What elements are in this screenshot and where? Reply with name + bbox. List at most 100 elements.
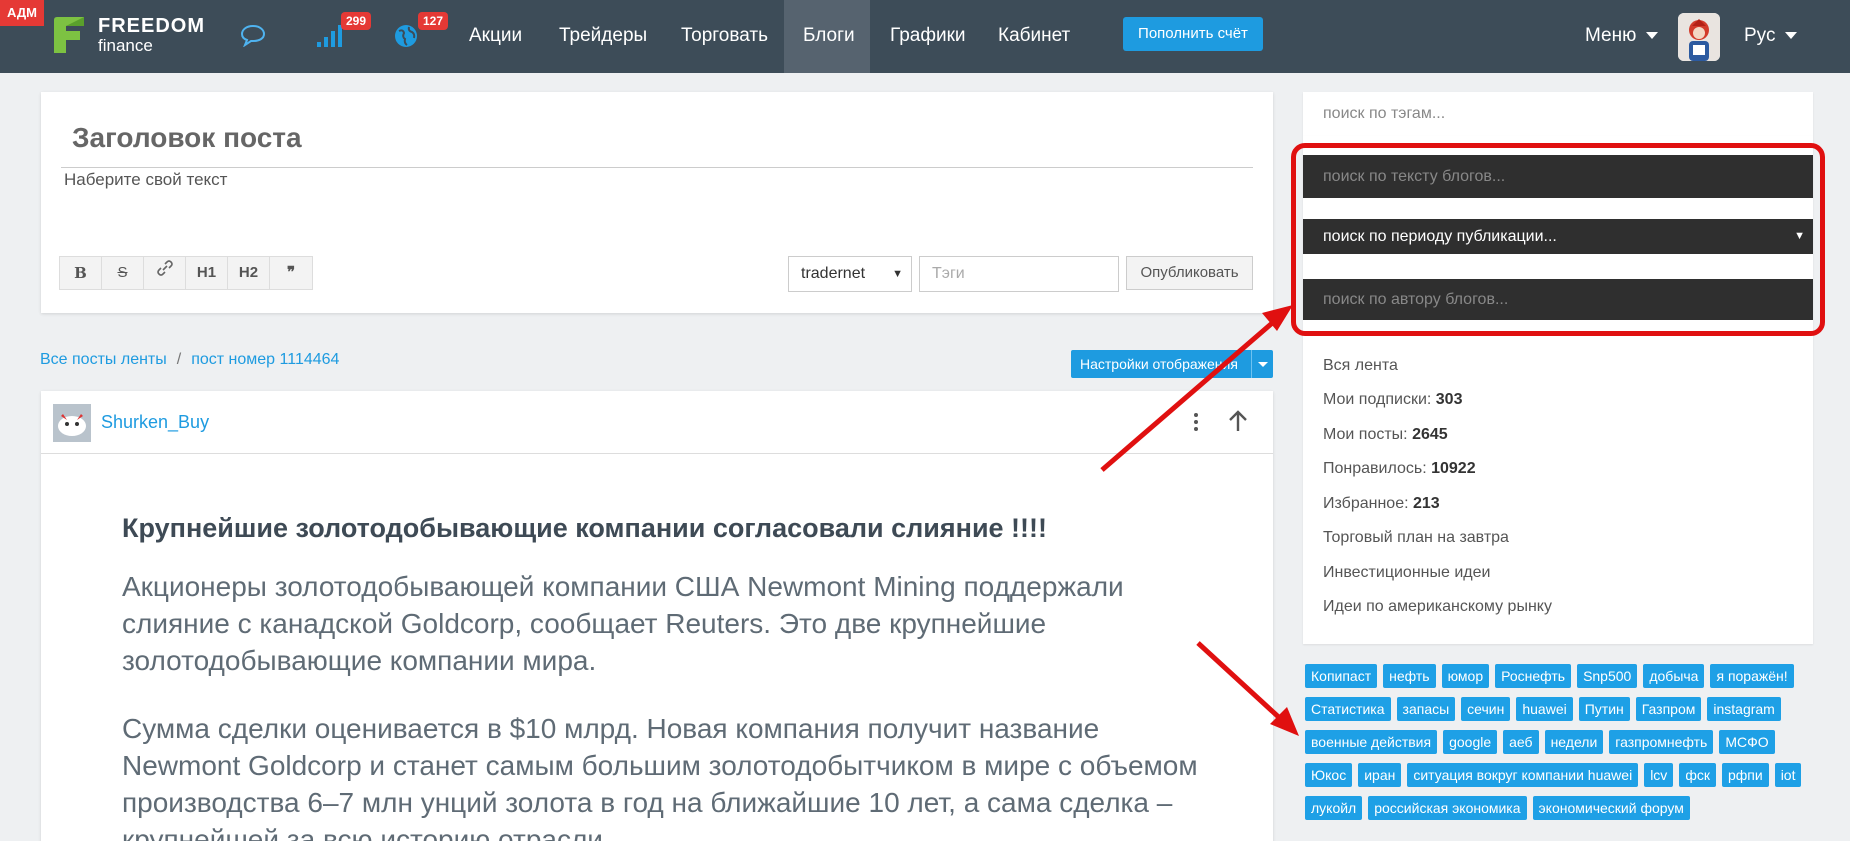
tag[interactable]: Snp500 (1577, 664, 1638, 688)
tag[interactable]: газпромнефть (1609, 730, 1714, 754)
annotation-arrowhead (1270, 707, 1299, 736)
signal-icon[interactable] (316, 22, 344, 53)
tag[interactable]: военные действия (1305, 730, 1438, 754)
sidebar-link-investment-ideas[interactable]: Инвестиционные идеи (1323, 564, 1490, 582)
channel-select[interactable]: tradernet ▼ (788, 256, 912, 292)
arrow-up-icon[interactable] (1227, 409, 1249, 438)
tag-row: Копипаст нефть юмор Роснефть Snp500 добы… (1305, 664, 1800, 688)
sidebar-link-favorites[interactable]: Избранное: 213 (1323, 495, 1440, 513)
freedom-logo-icon (52, 16, 86, 54)
tags-input[interactable]: Тэги (919, 256, 1119, 292)
tag-row: Статистика запасы сечин huawei Путин Газ… (1305, 697, 1787, 721)
tag[interactable]: недели (1544, 730, 1604, 754)
sidebar-link-liked[interactable]: Понравилось: 10922 (1323, 460, 1476, 478)
user-avatar[interactable] (1678, 13, 1720, 61)
heading2-button[interactable]: H2 (228, 257, 270, 289)
display-settings-label: Настройки отображения (1080, 356, 1238, 372)
top-navbar: АДМ FREEDOM finance 299 127 Акции Трейде… (0, 0, 1850, 73)
menu-dropdown[interactable]: Меню (1585, 0, 1659, 73)
tag[interactable]: Статистика (1305, 697, 1391, 721)
signal-count-badge: 299 (341, 12, 372, 30)
tag[interactable]: huawei (1516, 697, 1573, 721)
sidebar-link-us-market-ideas[interactable]: Идеи по американскому рынку (1323, 598, 1552, 616)
article-paragraph: Сумма сделки оценивается в $10 млрд. Нов… (122, 713, 1198, 841)
breadcrumb-all-posts[interactable]: Все посты ленты (40, 351, 167, 368)
tag[interactable]: ситуация вокруг компании huawei (1407, 763, 1639, 787)
link-icon (156, 260, 173, 276)
quote-button[interactable]: ❞ (270, 257, 312, 289)
nav-trade[interactable]: Торговать (662, 0, 787, 73)
heading1-button[interactable]: H1 (186, 257, 228, 289)
tag[interactable]: экономический форум (1532, 796, 1690, 820)
format-toolbar: B S H1 H2 ❞ (59, 256, 313, 290)
adm-badge: АДМ (0, 0, 44, 26)
logo-line2: finance (98, 36, 153, 55)
author-name[interactable]: Shurken_Buy (101, 412, 209, 433)
nav-charts[interactable]: Графики (871, 0, 985, 73)
tag[interactable]: юмор (1441, 664, 1490, 688)
tag[interactable]: нефть (1383, 664, 1436, 688)
tag[interactable]: добыча (1643, 664, 1705, 688)
topup-button[interactable]: Пополнить счёт (1123, 17, 1263, 51)
tag[interactable]: instagram (1707, 697, 1781, 721)
tag[interactable]: иран (1358, 763, 1402, 787)
tag-row: лукойл российская экономика экономически… (1305, 796, 1696, 820)
tag-search-input[interactable]: поиск по тэгам... (1303, 92, 1813, 136)
channel-select-value: tradernet (801, 265, 866, 282)
tag[interactable]: Газпром (1635, 697, 1702, 721)
logo-line1: FREEDOM (98, 15, 205, 37)
logo[interactable]: FREEDOM finance (52, 16, 205, 54)
sidebar-link-trading-plan[interactable]: Торговый план на завтра (1323, 529, 1509, 547)
tag[interactable]: Копипаст (1305, 664, 1378, 688)
select-arrow-icon: ▼ (892, 268, 903, 280)
strikethrough-button[interactable]: S (102, 257, 144, 289)
publish-button[interactable]: Опубликовать (1126, 256, 1253, 290)
nav-cabinet[interactable]: Кабинет (979, 0, 1089, 73)
tag[interactable]: сечин (1461, 697, 1511, 721)
chat-icon[interactable] (240, 23, 266, 52)
tag[interactable]: российская экономика (1368, 796, 1527, 820)
tag[interactable]: Юкос (1305, 763, 1353, 787)
nav-blogs[interactable]: Блоги (784, 0, 870, 73)
breadcrumb-current[interactable]: пост номер 1114464 (191, 351, 339, 368)
annotation-highlight-frame (1291, 143, 1825, 336)
tag[interactable]: Роснефть (1495, 664, 1572, 688)
post-editor: Заголовок поста Наберите свой текст B S … (41, 92, 1273, 313)
nav-stocks[interactable]: Акции (450, 0, 541, 73)
sidebar-link-subscriptions[interactable]: Мои подписки: 303 (1323, 391, 1462, 409)
tag-row: военные действия google аеб недели газпр… (1305, 730, 1781, 754)
post-title-input[interactable]: Заголовок поста (72, 122, 302, 154)
globe-count-badge: 127 (418, 12, 449, 30)
post-body-input[interactable]: Наберите свой текст (64, 170, 227, 190)
post-card: Shurken_Buy Крупнейшие золотодобывающие … (41, 391, 1273, 841)
breadcrumb: Все посты ленты / пост номер 1114464 (40, 351, 340, 368)
link-button[interactable] (144, 257, 186, 289)
tag[interactable]: аеб (1503, 730, 1539, 754)
author-avatar[interactable] (53, 404, 91, 442)
menu-label: Меню (1585, 25, 1637, 46)
globe-icon[interactable] (394, 24, 418, 53)
tag[interactable]: Путин (1578, 697, 1630, 721)
title-divider (61, 167, 1253, 168)
post-header: Shurken_Buy (41, 391, 1273, 454)
language-label: Рус (1744, 25, 1776, 46)
tag[interactable]: запасы (1396, 697, 1456, 721)
display-settings-button[interactable]: Настройки отображения (1071, 350, 1273, 378)
tag[interactable]: lcv (1644, 763, 1674, 787)
nav-traders[interactable]: Трейдеры (540, 0, 666, 73)
tag[interactable]: я поражён! (1710, 664, 1794, 688)
sidebar-link-all-feed[interactable]: Вся лента (1323, 357, 1398, 375)
bold-button[interactable]: B (60, 257, 102, 289)
more-options-icon[interactable] (1194, 411, 1200, 434)
chevron-down-icon (1646, 32, 1659, 40)
chevron-down-icon[interactable] (1251, 350, 1273, 378)
tag[interactable]: фск (1679, 763, 1716, 787)
article-title: Крупнейшие золотодобывающие компании сог… (122, 513, 1048, 543)
tag[interactable]: iot (1774, 763, 1802, 787)
tag[interactable]: лукойл (1305, 796, 1363, 820)
tag[interactable]: МСФО (1719, 730, 1775, 754)
language-dropdown[interactable]: Рус (1744, 0, 1798, 73)
tag[interactable]: рфпи (1721, 763, 1769, 787)
sidebar-link-my-posts[interactable]: Мои посты: 2645 (1323, 426, 1448, 444)
tag[interactable]: google (1443, 730, 1498, 754)
